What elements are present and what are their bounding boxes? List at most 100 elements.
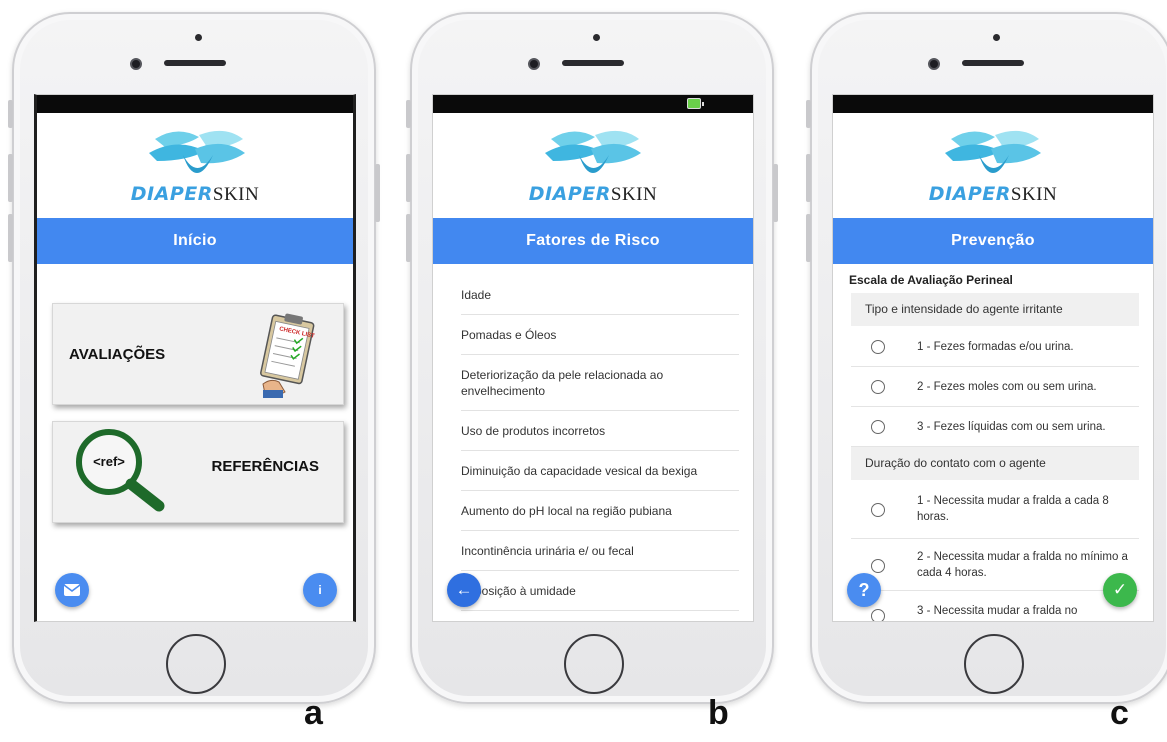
envelope-icon: [63, 584, 81, 596]
app-screen-fatores-de-risco: DIAPERSKIN Fatores de Risco Idade Pomada…: [432, 94, 754, 622]
battery-charging-icon: [687, 98, 704, 109]
logo-wordmark: DIAPERSKIN: [433, 183, 753, 206]
volume-down-button: [8, 214, 13, 262]
radio-option[interactable]: 1 - Fezes formadas e/ou urina.: [851, 327, 1139, 367]
home-button: [166, 634, 226, 694]
mute-switch: [8, 100, 13, 128]
radio-option[interactable]: 1 - Necessita mudar a fralda a cada 8 ho…: [851, 481, 1139, 539]
radio-option[interactable]: 2 - Necessita mudar a fralda no mínimo a…: [851, 539, 1139, 591]
front-camera: [130, 58, 142, 70]
list-item[interactable]: Uso de produtos incorretos: [461, 411, 739, 451]
status-bar: [37, 95, 353, 113]
risk-factor-list: Idade Pomadas e Óleos Deteriorização da …: [461, 283, 739, 611]
home-button: [964, 634, 1024, 694]
help-button[interactable]: ?: [847, 573, 881, 607]
option-label: 3 - Necessita mudar a fralda no: [917, 605, 1078, 617]
option-label: 3 - Fezes líquidas com ou sem urina.: [917, 421, 1106, 433]
mute-switch: [406, 100, 411, 128]
avaliacoes-label: AVALIAÇÕES: [69, 346, 166, 363]
list-item[interactable]: Pomadas e Óleos: [461, 315, 739, 355]
list-item[interactable]: Incontinência urinária e/ ou fecal: [461, 531, 739, 571]
logo-text-diaper: DIAPER: [130, 183, 213, 205]
clipboard-checklist-icon: CHECK LIST: [260, 313, 315, 398]
info-button[interactable]: i: [303, 573, 337, 607]
referencias-button[interactable]: <ref> REFERÊNCIAS: [52, 421, 344, 523]
app-screen-prevencao: DIAPERSKIN Prevenção Escala de Avaliação…: [832, 94, 1154, 622]
mute-switch: [806, 100, 811, 128]
logo-text-skin: SKIN: [1010, 184, 1058, 205]
category-header: Tipo e intensidade do agente irritante: [851, 293, 1139, 326]
radio-option[interactable]: 2 - Fezes moles com ou sem urina.: [851, 367, 1139, 407]
earpiece-speaker: [164, 60, 226, 66]
checkmark-icon: ✓: [1112, 580, 1128, 599]
logo-text-diaper: DIAPER: [928, 183, 1011, 205]
app-logo: DIAPERSKIN: [433, 113, 753, 218]
mail-button[interactable]: [55, 573, 89, 607]
list-item[interactable]: Idade: [461, 283, 739, 315]
diaperskin-logo-icon: [945, 130, 1041, 173]
radio-button[interactable]: [871, 420, 885, 434]
arrow-left-icon: ←: [455, 580, 473, 599]
category-header: Duração do contato com o agente: [851, 447, 1139, 480]
panel-label-c: c: [1110, 694, 1129, 732]
radio-button[interactable]: [871, 503, 885, 517]
referencias-label: REFERÊNCIAS: [211, 458, 319, 475]
volume-up-button: [8, 154, 13, 202]
radio-button[interactable]: [871, 380, 885, 394]
volume-up-button: [806, 154, 811, 202]
radio-button[interactable]: [871, 340, 885, 354]
list-item[interactable]: Diminuição da capacidade vesical da bexi…: [461, 451, 739, 491]
ref-icon-text: <ref>: [93, 454, 125, 469]
phone-frame-a: DIAPERSKIN Início AVALIAÇÕES CHECK LIST: [8, 12, 380, 704]
power-button: [773, 164, 778, 222]
power-button: [375, 164, 380, 222]
confirm-button[interactable]: ✓: [1103, 573, 1137, 607]
page-title: Prevenção: [833, 218, 1153, 264]
front-camera: [928, 58, 940, 70]
app-screen-inicio: DIAPERSKIN Início AVALIAÇÕES CHECK LIST: [34, 94, 356, 622]
proximity-sensor: [195, 34, 202, 41]
proximity-sensor: [993, 34, 1000, 41]
app-logo: DIAPERSKIN: [833, 113, 1153, 218]
magnifier-ref-icon: <ref>: [76, 429, 165, 512]
volume-down-button: [806, 214, 811, 262]
diaperskin-logo-icon: [545, 130, 641, 173]
earpiece-speaker: [562, 60, 624, 66]
radio-option[interactable]: 3 - Necessita mudar a fralda no: [851, 591, 1139, 621]
front-camera: [528, 58, 540, 70]
page-title: Início: [37, 218, 353, 264]
proximity-sensor: [593, 34, 600, 41]
volume-up-button: [406, 154, 411, 202]
logo-wordmark: DIAPERSKIN: [37, 183, 353, 206]
panel-label-a: a: [304, 694, 323, 732]
list-item[interactable]: Exposição à umidade: [461, 571, 739, 611]
volume-down-button: [406, 214, 411, 262]
radio-option[interactable]: 3 - Fezes líquidas com ou sem urina.: [851, 407, 1139, 447]
earpiece-speaker: [962, 60, 1024, 66]
phone-frame-b: DIAPERSKIN Fatores de Risco Idade Pomada…: [406, 12, 778, 704]
radio-button[interactable]: [871, 559, 885, 573]
diaperskin-logo-icon: [149, 130, 245, 173]
page-title: Fatores de Risco: [433, 218, 753, 264]
option-label: 2 - Necessita mudar a fralda no mínimo a…: [917, 551, 1128, 579]
status-bar: [433, 95, 753, 113]
list-item[interactable]: Deteriorização da pele relacionada ao en…: [461, 355, 739, 411]
status-bar: [833, 95, 1153, 113]
panel-label-b: b: [708, 694, 729, 732]
logo-wordmark: DIAPERSKIN: [833, 183, 1153, 206]
question-icon: ?: [858, 580, 870, 600]
radio-button[interactable]: [871, 609, 885, 621]
app-logo: DIAPERSKIN: [37, 113, 353, 218]
phone-frame-c: DIAPERSKIN Prevenção Escala de Avaliação…: [806, 12, 1167, 704]
back-button[interactable]: ←: [447, 573, 481, 607]
home-button: [564, 634, 624, 694]
list-item[interactable]: Aumento do pH local na região pubiana: [461, 491, 739, 531]
avaliacoes-button[interactable]: AVALIAÇÕES CHECK LIST: [52, 303, 344, 405]
logo-text-skin: SKIN: [212, 184, 260, 205]
logo-text-diaper: DIAPER: [528, 183, 611, 205]
option-label: 1 - Necessita mudar a fralda a cada 8 ho…: [917, 495, 1109, 523]
scale-title: Escala de Avaliação Perineal: [849, 273, 1013, 287]
logo-text-skin: SKIN: [610, 184, 658, 205]
info-icon: i: [318, 583, 322, 597]
option-label: 1 - Fezes formadas e/ou urina.: [917, 341, 1074, 353]
